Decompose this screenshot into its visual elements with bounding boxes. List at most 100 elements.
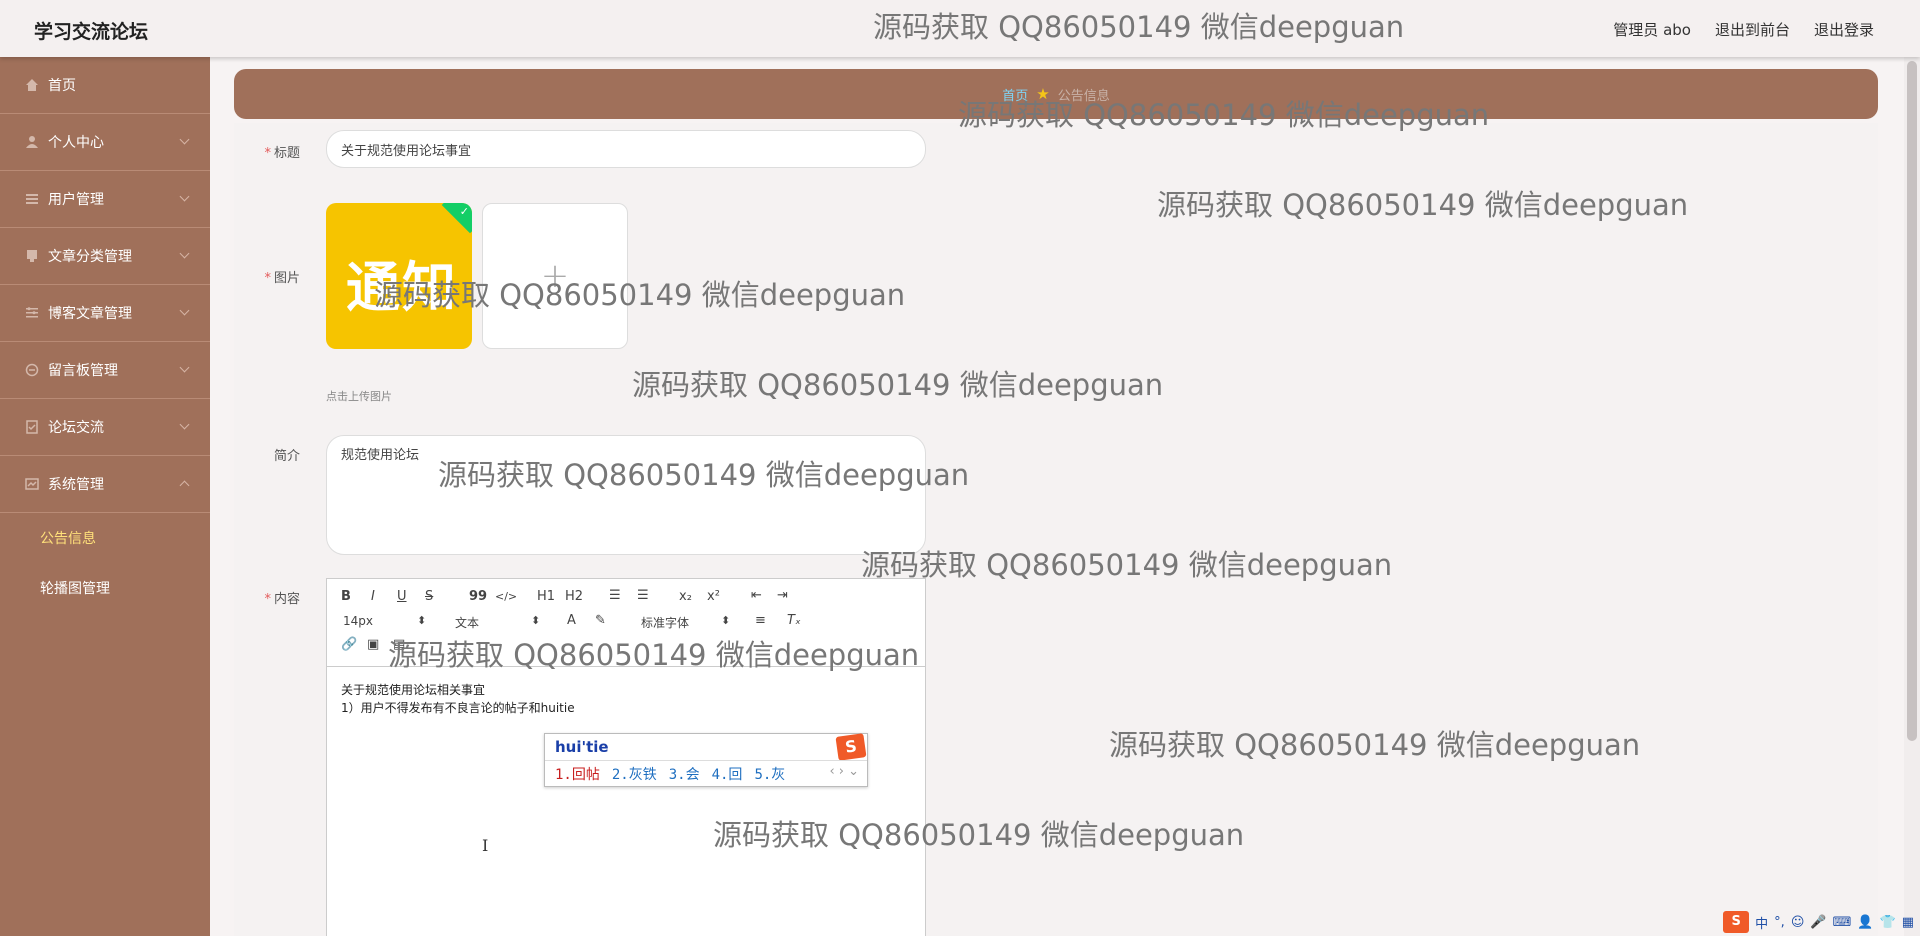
align-icon[interactable]: ≡	[755, 613, 766, 628]
editor-toolbar: B I U S 99 </> H1 H2 ☰ ☰ x₂ x² ⇤ ⇥ 14px …	[327, 579, 925, 667]
user-icon	[24, 134, 40, 150]
admin-user-label[interactable]: 管理员 abo	[1613, 19, 1691, 40]
text-color-icon[interactable]: A	[567, 613, 576, 628]
editor-line: 关于规范使用论坛相关事宜	[341, 683, 486, 697]
sidebar-item-home[interactable]: 首页	[0, 57, 210, 114]
page-scrollbar[interactable]	[1904, 57, 1920, 936]
microphone-icon[interactable]: 🎤	[1810, 915, 1826, 930]
sogou-tray-icon[interactable]: S	[1723, 911, 1750, 933]
title-input[interactable]: 关于规范使用论坛事宜	[326, 130, 926, 168]
ordered-list-icon[interactable]: ☰	[609, 588, 621, 603]
ime-divider	[545, 760, 867, 761]
bold-button[interactable]: B	[341, 589, 351, 604]
scrollbar-thumb[interactable]	[1907, 61, 1917, 741]
link-icon[interactable]: 🔗	[341, 637, 357, 652]
underline-button[interactable]: U	[397, 589, 407, 604]
dropdown-arrow-icon[interactable]: ⬍	[531, 614, 540, 627]
sidebar-item-system-management[interactable]: 系统管理	[0, 456, 210, 513]
content-label: * 内容	[264, 592, 300, 607]
sidebar-item-label: 文章分类管理	[48, 249, 132, 265]
header1-button[interactable]: H1	[537, 589, 555, 604]
language-indicator[interactable]: 中	[1755, 913, 1768, 932]
editor-content[interactable]: 关于规范使用论坛相关事宜 1）用户不得发布有不良言论的帖子和huitie	[327, 667, 925, 936]
header2-button[interactable]: H2	[565, 589, 583, 604]
background-color-icon[interactable]: ✎	[595, 613, 606, 628]
sidebar-subitem-announcements[interactable]: 公告信息	[0, 513, 210, 563]
image-icon[interactable]: ▣	[367, 637, 379, 652]
font-size-select[interactable]: 14px	[343, 614, 373, 628]
star-icon: ★	[1036, 85, 1050, 103]
top-links: 管理员 abo 退出到前台 退出登录	[1613, 19, 1874, 40]
ime-candidate[interactable]: 2.灰铁	[612, 764, 657, 784]
ime-page-arrows[interactable]: ‹ › ⌄	[829, 764, 859, 779]
chevron-up-icon	[179, 480, 190, 491]
chevron-down-icon	[179, 191, 190, 202]
sidebar-item-user-management[interactable]: 用户管理	[0, 171, 210, 228]
sidebar-item-label: 博客文章管理	[48, 306, 132, 322]
message-icon	[24, 362, 40, 378]
text-type-select[interactable]: 文本	[455, 614, 479, 631]
bullet-list-icon[interactable]: ☰	[637, 588, 649, 603]
intro-textarea[interactable]: 规范使用论坛	[326, 435, 926, 555]
sidebar-item-blog-articles[interactable]: 博客文章管理	[0, 285, 210, 342]
upload-hint: 点击上传图片	[326, 390, 392, 403]
superscript-button[interactable]: x²	[707, 589, 720, 604]
ime-candidate[interactable]: 5.灰	[754, 764, 785, 784]
uploaded-image-thumbnail[interactable]: 通知 ✓	[326, 203, 472, 349]
outdent-icon[interactable]: ⇤	[751, 588, 762, 603]
ime-input-text: hui'tie	[555, 738, 609, 756]
app-title: 学习交流论坛	[34, 21, 149, 43]
sidebar-item-personal-center[interactable]: 个人中心	[0, 114, 210, 171]
user-tray-icon[interactable]: 👤	[1857, 915, 1873, 930]
ime-candidate[interactable]: 1.回帖	[555, 764, 600, 784]
sidebar-item-message-board[interactable]: 留言板管理	[0, 342, 210, 399]
breadcrumb-home[interactable]: 首页	[1002, 85, 1028, 104]
thumbnail-text: 通知	[346, 255, 458, 319]
ime-candidates: 1.回帖 2.灰铁 3.会 4.回 5.灰	[555, 764, 785, 784]
sidebar-subitem-carousel[interactable]: 轮播图管理	[0, 563, 210, 613]
chevron-down-icon	[179, 419, 190, 430]
sidebar-item-label: 用户管理	[48, 192, 104, 208]
home-icon	[24, 77, 40, 93]
sidebar-item-forum[interactable]: 论坛交流	[0, 399, 210, 456]
dropdown-arrow-icon[interactable]: ⬍	[417, 614, 426, 627]
chevron-down-icon	[179, 134, 190, 145]
text-cursor-icon: I	[482, 836, 489, 855]
image-label: * 图片	[264, 271, 300, 286]
subscript-button[interactable]: x₂	[679, 589, 692, 604]
forum-icon	[24, 419, 40, 435]
font-family-select[interactable]: 标准字体	[641, 614, 689, 631]
breadcrumb: 首页 ★ 公告信息	[234, 69, 1878, 119]
ime-tray: S 中 °, ☺ 🎤 ⌨ 👤 👕 ▦	[1723, 910, 1914, 934]
indent-icon[interactable]: ⇥	[777, 588, 788, 603]
category-icon	[24, 248, 40, 264]
clear-format-icon[interactable]: Tₓ	[787, 613, 801, 628]
logout-link[interactable]: 退出登录	[1814, 19, 1874, 40]
sidebar: 首页 个人中心 用户管理 文章分类管理 博客文章管理 留言板管理 论坛交流 系统…	[0, 57, 210, 936]
dropdown-arrow-icon[interactable]: ⬍	[721, 614, 730, 627]
title-label: * 标题	[264, 146, 300, 161]
skin-icon[interactable]: 👕	[1880, 915, 1896, 930]
sidebar-item-label: 个人中心	[48, 135, 104, 151]
italic-button[interactable]: I	[371, 589, 375, 604]
toolbox-icon[interactable]: ▦	[1902, 915, 1914, 930]
upload-image-button[interactable]: +	[482, 203, 628, 349]
blockquote-button[interactable]: 99	[469, 589, 487, 604]
video-icon[interactable]: ▤	[393, 637, 405, 652]
punctuation-icon[interactable]: °,	[1774, 915, 1785, 930]
settings-icon	[24, 476, 40, 492]
sidebar-item-label: 首页	[48, 78, 76, 94]
keyboard-icon[interactable]: ⌨	[1833, 915, 1852, 930]
strike-button[interactable]: S	[425, 589, 433, 604]
emoji-icon[interactable]: ☺	[1791, 915, 1805, 930]
ime-candidate[interactable]: 3.会	[669, 764, 700, 784]
code-block-button[interactable]: </>	[495, 590, 517, 603]
sidebar-item-category-management[interactable]: 文章分类管理	[0, 228, 210, 285]
go-frontend-link[interactable]: 退出到前台	[1715, 19, 1790, 40]
form-panel: * 标题 关于规范使用论坛事宜 * 图片 通知 ✓ + 点击上传图片 简介 规范使用…	[234, 123, 1878, 936]
chevron-down-icon	[179, 248, 190, 259]
article-icon	[24, 305, 40, 321]
sidebar-item-label: 论坛交流	[48, 420, 104, 436]
breadcrumb-current: 公告信息	[1057, 88, 1110, 104]
ime-candidate[interactable]: 4.回	[712, 764, 743, 784]
